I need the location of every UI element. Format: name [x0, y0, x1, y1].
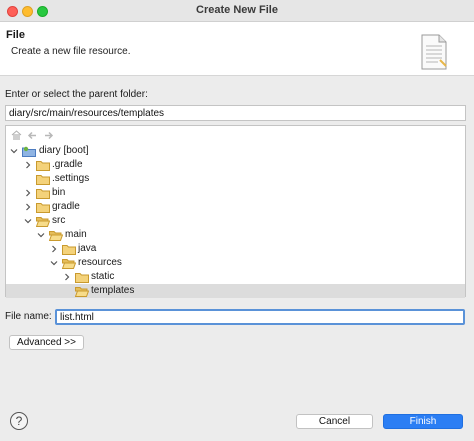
folder-icon: [36, 202, 50, 213]
tree-item-java[interactable]: java: [6, 242, 465, 256]
tree-item-static[interactable]: static: [6, 270, 465, 284]
open-folder-icon: [61, 258, 77, 269]
tree-item-bin[interactable]: bin: [6, 186, 465, 200]
chevron-right-icon[interactable]: [49, 242, 59, 256]
tree-item-label: src: [52, 215, 66, 226]
chevron-right-icon[interactable]: [62, 270, 72, 284]
folder-icon: [75, 272, 89, 283]
home-icon[interactable]: [10, 129, 22, 141]
chevron-down-icon[interactable]: [23, 214, 33, 228]
parent-folder-label: Enter or select the parent folder:: [5, 89, 148, 100]
cancel-button[interactable]: Cancel: [296, 414, 373, 429]
tree-item-label: .gradle: [52, 159, 83, 170]
tree-item-src[interactable]: src: [6, 214, 465, 228]
folder-icon: [36, 188, 50, 199]
folder-icon: [62, 244, 76, 255]
tree-item-gradle-hidden[interactable]: .gradle: [6, 158, 465, 172]
open-folder-icon: [48, 230, 64, 241]
file-name-input[interactable]: [55, 309, 465, 325]
parent-folder-input[interactable]: [5, 105, 466, 121]
wizard-header: File Create a new file resource.: [0, 22, 474, 76]
folder-icon: [36, 174, 50, 185]
project-icon: [22, 146, 36, 157]
tree-item-resources[interactable]: resources: [6, 256, 465, 270]
chevron-right-icon[interactable]: [23, 158, 33, 172]
advanced-button[interactable]: Advanced >>: [9, 335, 84, 350]
tree-item-gradle[interactable]: gradle: [6, 200, 465, 214]
back-arrow-icon[interactable]: [26, 129, 38, 141]
open-folder-icon: [74, 286, 90, 297]
chevron-down-icon[interactable]: [9, 144, 19, 158]
tree-item-label: resources: [78, 257, 122, 268]
wizard-title: File: [6, 29, 25, 41]
window-title: Create New File: [196, 4, 278, 16]
tree-item-label: static: [91, 271, 115, 282]
folder-tree[interactable]: diary [boot] .gradle .settings bin gradl…: [5, 125, 466, 298]
tree-item-label: templates: [91, 285, 135, 296]
new-file-wizard-icon: [420, 34, 448, 73]
folder-icon: [36, 160, 50, 171]
tree-item-label: main: [65, 229, 87, 240]
chevron-down-icon[interactable]: [49, 256, 59, 270]
tree-toolbar: [10, 129, 54, 143]
tree-item-main[interactable]: main: [6, 228, 465, 242]
forward-arrow-icon[interactable]: [42, 129, 54, 141]
wizard-description: Create a new file resource.: [11, 46, 131, 57]
tree-item-label: bin: [52, 187, 66, 198]
tree-item-label: java: [78, 243, 97, 254]
chevron-right-icon[interactable]: [23, 186, 33, 200]
help-icon[interactable]: ?: [10, 412, 28, 430]
tree-item-templates[interactable]: templates: [6, 284, 465, 298]
tree-item-label: .settings: [52, 173, 90, 184]
chevron-right-icon[interactable]: [23, 200, 33, 214]
tree-item-settings[interactable]: .settings: [6, 172, 465, 186]
open-folder-icon: [35, 216, 51, 227]
file-name-label: File name:: [5, 311, 52, 322]
tree-item-label: gradle: [52, 201, 80, 212]
tree-item-diary[interactable]: diary [boot]: [6, 144, 465, 158]
title-bar: Create New File: [0, 0, 474, 22]
tree-item-label: diary [boot]: [39, 145, 89, 156]
finish-button[interactable]: Finish: [383, 414, 463, 429]
chevron-down-icon[interactable]: [36, 228, 46, 242]
